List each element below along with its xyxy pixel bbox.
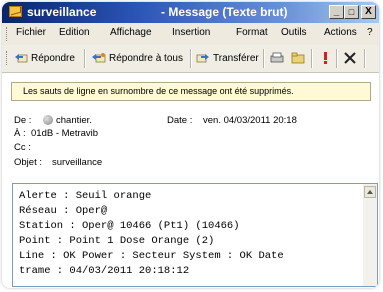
reply-all-button[interactable]: Répondre à tous (92, 49, 183, 67)
reply-button[interactable]: Répondre (14, 49, 75, 67)
title-bar[interactable]: surveillance - Message (Texte brut) _ □ … (2, 2, 379, 23)
minimize-button[interactable]: _ (329, 5, 344, 19)
reply-all-icon (92, 52, 106, 64)
menu-bar: Fichier Edition Affichage Insertion Form… (2, 23, 379, 46)
menu-insertion[interactable]: Insertion (172, 27, 210, 38)
importance-icon (318, 52, 332, 64)
date-value: ven. 04/03/2011 20:18 (203, 115, 297, 126)
importance-button[interactable] (318, 49, 335, 67)
maximize-button[interactable]: □ (344, 5, 359, 19)
reply-icon (14, 52, 28, 64)
toolbar-separator (263, 49, 265, 68)
body-line: Alerte : Seuil orange (19, 190, 152, 202)
menu-help[interactable]: ? (367, 27, 373, 38)
menu-affichage[interactable]: Affichage (110, 27, 152, 38)
message-window: surveillance - Message (Texte brut) _ □ … (2, 2, 379, 288)
print-icon (270, 52, 284, 64)
vertical-scrollbar[interactable] (363, 184, 377, 286)
avatar (43, 115, 53, 125)
cc-label: Cc : (14, 142, 31, 153)
menu-edition[interactable]: Edition (59, 27, 90, 38)
print-button[interactable] (270, 49, 287, 67)
delete-icon (343, 52, 357, 64)
move-folder-button[interactable] (291, 49, 308, 67)
toolbar-separator (311, 49, 313, 68)
reply-all-label: Répondre à tous (109, 52, 183, 64)
to-value[interactable]: 01dB - Metravib (31, 128, 98, 139)
forward-button[interactable]: Transférer (196, 49, 259, 67)
info-bar[interactable]: Les sauts de ligne en surnombre de ce me… (11, 82, 371, 101)
toolbar-separator (84, 49, 86, 68)
toolbar-separator (336, 49, 338, 68)
forward-icon (196, 52, 210, 64)
from-value[interactable]: chantier. (56, 115, 92, 126)
close-button[interactable]: X (361, 5, 376, 19)
forward-label: Transférer (213, 52, 259, 64)
body-line: Point : Point 1 Dose Orange (2) (19, 235, 215, 247)
date-label: Date : (167, 115, 193, 126)
scroll-up-icon[interactable] (364, 186, 376, 198)
body-line: Station : Oper@ 10466 (Pt1) (10466) (19, 220, 240, 232)
menu-fichier[interactable]: Fichier (16, 27, 46, 38)
subject-value: surveillance (52, 157, 103, 168)
subject-label: Objet : (14, 157, 42, 168)
to-label: À : (14, 128, 26, 139)
menu-actions[interactable]: Actions (324, 27, 357, 38)
envelope-icon (9, 6, 22, 17)
message-body[interactable]: Alerte : Seuil orange Réseau : Oper@ Sta… (12, 183, 378, 287)
window-title-suffix: - Message (Texte brut) (161, 5, 288, 19)
move-folder-icon (291, 52, 305, 64)
from-label: De : (14, 115, 32, 126)
toolbar-separator (364, 49, 366, 68)
menu-grip[interactable] (6, 27, 10, 41)
body-line: Réseau : Oper@ (19, 205, 108, 217)
toolbar-separator (190, 49, 192, 68)
reply-label: Répondre (31, 52, 75, 64)
menu-outils[interactable]: Outils (281, 27, 307, 38)
menu-format[interactable]: Format (236, 27, 268, 38)
body-line: Line : OK Power : Secteur System : OK Da… (19, 250, 284, 262)
toolbar: Répondre Répondre à tous Transférer (2, 45, 379, 73)
delete-button[interactable] (343, 49, 360, 67)
body-line: trame : 04/03/2011 20:18:12 (19, 265, 190, 277)
window-title-folder: surveillance (27, 5, 97, 19)
toolbar-grip[interactable] (6, 51, 10, 65)
